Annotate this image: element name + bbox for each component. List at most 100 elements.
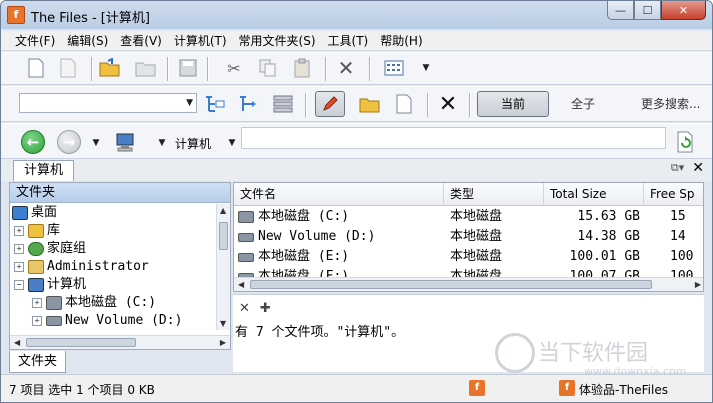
new-file-icon[interactable] — [25, 57, 47, 79]
clear-search-icon[interactable]: ✕ — [437, 92, 459, 117]
minimize-button[interactable]: — — [607, 1, 634, 20]
column-type[interactable]: 类型 — [444, 183, 544, 206]
breadcrumb-dropdown-icon[interactable]: ▼ — [221, 132, 243, 154]
location-breadcrumb[interactable]: 计算机 — [175, 135, 211, 152]
table-row[interactable]: 本地磁盘 (E:) 本地磁盘 100.01 GB 100 — [234, 247, 703, 267]
scroll-right-icon[interactable]: ▶ — [220, 338, 226, 347]
tree-item-homegroup[interactable]: + 家庭组 — [14, 240, 86, 258]
file-type: 本地磁盘 — [450, 229, 503, 244]
history-dropdown-icon[interactable]: ▼ — [85, 132, 107, 154]
folder-horizontal-scrollbar[interactable]: ◀ ▶ — [10, 335, 230, 349]
computer-icon[interactable] — [115, 131, 137, 153]
new-blank-icon[interactable] — [57, 57, 79, 79]
file-list-horizontal-scrollbar[interactable]: ◀ ▶ — [234, 277, 703, 291]
table-row[interactable]: New Volume (D:) 本地磁盘 14.38 GB 14 — [234, 227, 703, 247]
document-icon[interactable] — [393, 93, 415, 115]
tree-item-library[interactable]: + 库 — [14, 222, 60, 240]
back-button[interactable]: ← — [21, 130, 45, 154]
close-tab-icon[interactable]: ✕ — [692, 160, 704, 176]
menu-tools[interactable]: 工具(T) — [322, 32, 375, 49]
chevron-down-icon[interactable]: ▼ — [186, 98, 193, 108]
address-input[interactable] — [241, 127, 666, 149]
menu-view[interactable]: 查看(V) — [114, 32, 168, 49]
tree-item-administrator[interactable]: + Administrator — [14, 258, 149, 276]
tree-expand-icon[interactable] — [203, 93, 227, 115]
tab-list-icon[interactable]: ⧉▾ — [671, 161, 684, 175]
folder-vertical-scrollbar[interactable]: ▲ ▼ — [216, 204, 230, 330]
location-dropdown-icon[interactable]: ▼ — [151, 132, 173, 154]
scroll-left-icon[interactable]: ◀ — [14, 338, 20, 347]
computer-icon — [28, 278, 44, 292]
tree-item-label: 家庭组 — [47, 241, 87, 256]
expand-icon[interactable]: + — [32, 316, 42, 326]
paste-icon[interactable] — [291, 57, 313, 79]
menu-file[interactable]: 文件(F) — [9, 32, 61, 49]
window-controls: — ☐ ✕ — [607, 1, 706, 20]
column-total-size[interactable]: Total Size — [544, 183, 644, 206]
scroll-thumb[interactable] — [26, 338, 136, 347]
tree-item-drive-c[interactable]: + 本地磁盘 (C:) — [32, 294, 156, 312]
expand-icon[interactable]: + — [14, 244, 24, 254]
expand-icon[interactable]: + — [14, 226, 24, 236]
file-type: 本地磁盘 — [450, 209, 503, 224]
menu-computer[interactable]: 计算机(T) — [168, 32, 233, 49]
file-name: New Volume (D:) — [258, 229, 376, 244]
menu-edit[interactable]: 编辑(S) — [61, 32, 114, 49]
folder-pane: 文件夹 桌面 + 库 + 家庭组 + Administrator − 计算机 +… — [9, 182, 231, 350]
tree-item-drive-d[interactable]: + New Volume (D:) — [32, 312, 182, 330]
pin-icon[interactable]: ✚ — [260, 301, 271, 316]
cut-icon[interactable]: ✂ — [223, 57, 245, 79]
scroll-left-icon[interactable]: ◀ — [238, 280, 244, 289]
info-text: 有 7 个文件项。"计算机"。 — [235, 325, 405, 340]
tab-folders[interactable]: 文件夹 — [9, 351, 67, 373]
tree-item-desktop[interactable]: 桌面 — [12, 204, 57, 222]
folder-search-icon[interactable] — [359, 93, 381, 115]
copy-icon[interactable] — [257, 57, 279, 79]
menu-favorites[interactable]: 常用文件夹(S) — [233, 32, 322, 49]
drive-icon — [46, 316, 62, 326]
drive-icon — [238, 233, 254, 242]
close-info-icon[interactable]: ✕ — [239, 301, 250, 316]
copy-to-folder-icon[interactable] — [135, 57, 157, 79]
open-folder-icon[interactable] — [99, 57, 121, 79]
homegroup-icon — [28, 242, 44, 256]
drive-icon — [238, 253, 254, 262]
more-search-button[interactable]: 更多搜索... — [641, 91, 700, 117]
main-toolbar: ✂ ✕ ▼ — [1, 52, 712, 85]
filter-combo[interactable]: ▼ — [19, 93, 197, 113]
expand-icon[interactable]: + — [32, 298, 42, 308]
app-logo-icon[interactable]: f — [7, 6, 25, 24]
scroll-thumb[interactable] — [219, 222, 228, 250]
tree-item-computer[interactable]: − 计算机 — [14, 276, 86, 294]
view-mode-icon[interactable] — [383, 57, 405, 79]
current-folder-button[interactable]: 当前 — [477, 91, 549, 117]
free-space: 100 — [670, 249, 694, 264]
total-size: 100.01 GB — [569, 249, 640, 264]
title-bar[interactable]: f The Files - [计算机] — ☐ ✕ — [1, 1, 712, 29]
table-row[interactable]: 本地磁盘 (C:) 本地磁盘 15.63 GB 15 — [234, 207, 703, 227]
tab-computer[interactable]: 计算机 — [13, 160, 75, 181]
column-name[interactable]: 文件名 — [234, 183, 444, 206]
forward-button[interactable]: → — [57, 130, 81, 154]
save-icon[interactable] — [177, 57, 199, 79]
refresh-icon[interactable] — [675, 131, 697, 153]
library-icon — [28, 224, 44, 238]
delete-icon[interactable]: ✕ — [335, 56, 357, 80]
scroll-thumb[interactable] — [250, 280, 652, 289]
tree-collapse-icon[interactable] — [237, 93, 261, 115]
collapse-icon[interactable]: − — [14, 280, 24, 290]
file-name: 本地磁盘 (C:) — [258, 209, 350, 224]
all-subfolders-button[interactable]: 全子 — [571, 91, 595, 117]
list-view-icon[interactable] — [271, 93, 295, 115]
menu-help[interactable]: 帮助(H) — [374, 32, 428, 49]
scroll-down-icon[interactable]: ▼ — [220, 319, 226, 328]
maximize-button[interactable]: ☐ — [634, 1, 661, 20]
scroll-up-icon[interactable]: ▲ — [220, 206, 226, 215]
expand-icon[interactable]: + — [14, 262, 24, 272]
trial-status-icon: f — [559, 380, 575, 396]
column-free-space[interactable]: Free Sp — [644, 183, 703, 206]
view-dropdown-icon[interactable]: ▼ — [415, 57, 437, 79]
close-button[interactable]: ✕ — [661, 1, 706, 20]
scroll-right-icon[interactable]: ▶ — [695, 280, 701, 289]
edit-pencil-icon[interactable] — [315, 91, 345, 117]
